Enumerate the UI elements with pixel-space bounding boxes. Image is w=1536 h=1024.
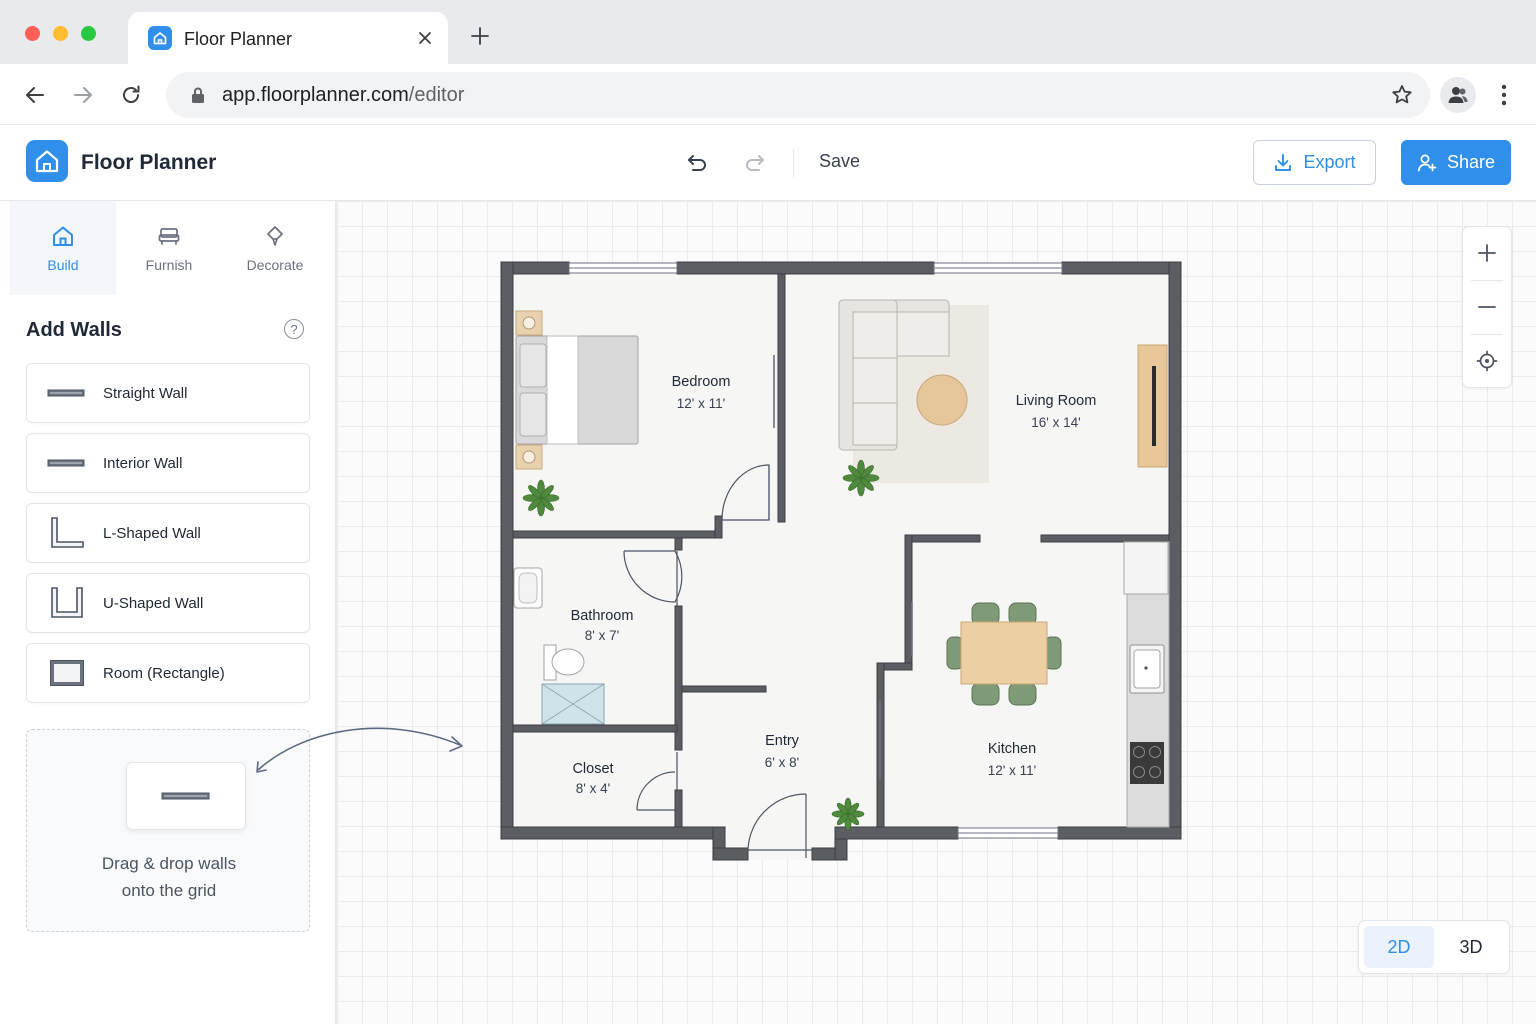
more-vert-icon[interactable] [1492, 80, 1516, 110]
zoom-controls [1462, 226, 1512, 388]
u-shaped-wall-tool[interactable]: U-Shaped Wall [26, 573, 310, 633]
zoom-out-minus-icon[interactable] [1463, 281, 1511, 333]
room-label-closet: Closet [572, 761, 613, 777]
undo-icon[interactable] [684, 150, 710, 176]
help-icon[interactable]: ? [284, 319, 304, 339]
url-path: /editor [408, 84, 465, 106]
straight-wall-label: Straight Wall [103, 385, 188, 402]
bed [515, 335, 639, 445]
room-dims-bathroom: 8' x 7' [585, 628, 619, 643]
url-text: app.floorplanner.com/editor [222, 84, 464, 107]
floor-plan[interactable]: Bedroom 12' x 11' Living Room 16' x 14' … [337, 201, 1536, 1024]
sink [513, 567, 543, 609]
window-minimize-button[interactable] [53, 26, 68, 41]
save-button[interactable]: Save [806, 151, 873, 172]
header-divider [793, 149, 794, 177]
close-icon[interactable] [414, 27, 436, 49]
tab-build[interactable]: Build [10, 201, 116, 295]
drag-drop-zone: Drag & drop walls onto the grid [26, 729, 310, 932]
zoom-in-plus-icon[interactable] [1463, 227, 1511, 279]
room-label-bathroom: Bathroom [571, 608, 634, 624]
straight-wall-icon [47, 377, 87, 409]
kitchen-sink [1129, 644, 1165, 694]
tab-build-label: Build [47, 257, 79, 273]
tab-decorate[interactable]: Decorate [222, 201, 328, 295]
window-close-button[interactable] [25, 26, 40, 41]
tv-console [1137, 344, 1168, 468]
room-label-kitchen: Kitchen [988, 741, 1036, 757]
room-dims-bedroom: 12' x 11' [677, 396, 725, 411]
view-2d-button[interactable]: 2D [1364, 926, 1434, 968]
section-title: Add Walls [26, 319, 122, 341]
browser-tab[interactable]: Floor Planner [128, 12, 448, 64]
back-arrow-icon[interactable] [21, 81, 49, 109]
diamond-icon [262, 223, 288, 249]
coffee-table [916, 374, 968, 426]
room-dims-living-room: 16' x 14' [1031, 415, 1080, 430]
room-rectangle-tool[interactable]: Room (Rectangle) [26, 643, 310, 703]
interior-wall-tool[interactable]: Interior Wall [26, 433, 310, 493]
home-icon [148, 26, 172, 50]
export-label: Export [1303, 152, 1356, 172]
drop-hint-line2: onto the grid [121, 881, 217, 900]
new-tab-plus-icon[interactable] [468, 24, 492, 48]
reload-icon[interactable] [117, 81, 145, 109]
stove [1130, 742, 1164, 784]
app-title: Floor Planner [81, 151, 217, 174]
nightstand [515, 310, 543, 336]
room-label-bedroom: Bedroom [672, 374, 731, 390]
profile-avatar-icon[interactable] [1440, 77, 1476, 113]
redo-icon[interactable] [742, 150, 768, 176]
browser-toolbar: app.floorplanner.com/editor [0, 64, 1536, 125]
export-button[interactable]: Export [1253, 140, 1376, 185]
room-label-living-room: Living Room [1016, 393, 1097, 409]
nightstand [515, 444, 543, 470]
u-shaped-wall-label: U-Shaped Wall [103, 595, 204, 612]
share-button[interactable]: Share [1401, 140, 1511, 185]
u-shaped-wall-icon [47, 587, 87, 619]
user-plus-icon [1417, 154, 1437, 171]
drop-hint: Drag & drop walls onto the grid [27, 850, 311, 904]
sofa-icon [156, 223, 182, 249]
bookmark-star-icon[interactable] [1390, 83, 1414, 107]
l-shaped-wall-tool[interactable]: L-Shaped Wall [26, 503, 310, 563]
forward-arrow-icon[interactable] [69, 81, 97, 109]
shower [541, 683, 605, 725]
home-icon [50, 223, 76, 249]
tab-title: Floor Planner [184, 29, 293, 49]
url-host: app.floorplanner.com [222, 84, 409, 106]
room-dims-closet: 8' x 4' [576, 781, 610, 796]
room-dims-kitchen: 12' x 11' [988, 763, 1036, 778]
room-rectangle-label: Room (Rectangle) [103, 665, 225, 682]
dining-table [960, 621, 1048, 685]
draggable-wall-preview[interactable] [126, 762, 246, 830]
view-3d-button[interactable]: 3D [1436, 926, 1506, 968]
l-shaped-wall-label: L-Shaped Wall [103, 525, 201, 542]
view-mode-toggle: 2D 3D [1358, 920, 1510, 974]
room-dims-entry: 6' x 8' [765, 755, 799, 770]
app-header: Floor Planner Save Export Share [0, 125, 1536, 201]
tab-furnish[interactable]: Furnish [116, 201, 222, 295]
interior-wall-label: Interior Wall [103, 455, 183, 472]
recenter-target-icon[interactable] [1463, 335, 1511, 387]
interior-wall-icon [47, 447, 87, 479]
address-bar[interactable]: app.floorplanner.com/editor [166, 72, 1430, 118]
tab-furnish-label: Furnish [145, 257, 193, 273]
room-rectangle-icon [47, 657, 87, 689]
download-icon [1275, 153, 1292, 171]
straight-wall-tool[interactable]: Straight Wall [26, 363, 310, 423]
browser-tab-bar: Floor Planner [0, 0, 1536, 64]
tab-decorate-label: Decorate [246, 257, 304, 273]
sidebar: Build Furnish Decorate Add Walls ? Strai… [0, 201, 336, 1024]
window-maximize-button[interactable] [81, 26, 96, 41]
editor-canvas[interactable]: Bedroom 12' x 11' Living Room 16' x 14' … [337, 201, 1536, 1024]
share-label: Share [1446, 152, 1496, 172]
drop-hint-line1: Drag & drop walls [101, 854, 237, 873]
l-shaped-wall-icon [47, 517, 87, 549]
wall-segment-icon [161, 792, 210, 800]
app-logo-home-icon [26, 140, 68, 182]
lock-icon [188, 85, 208, 105]
room-label-entry: Entry [765, 733, 800, 749]
